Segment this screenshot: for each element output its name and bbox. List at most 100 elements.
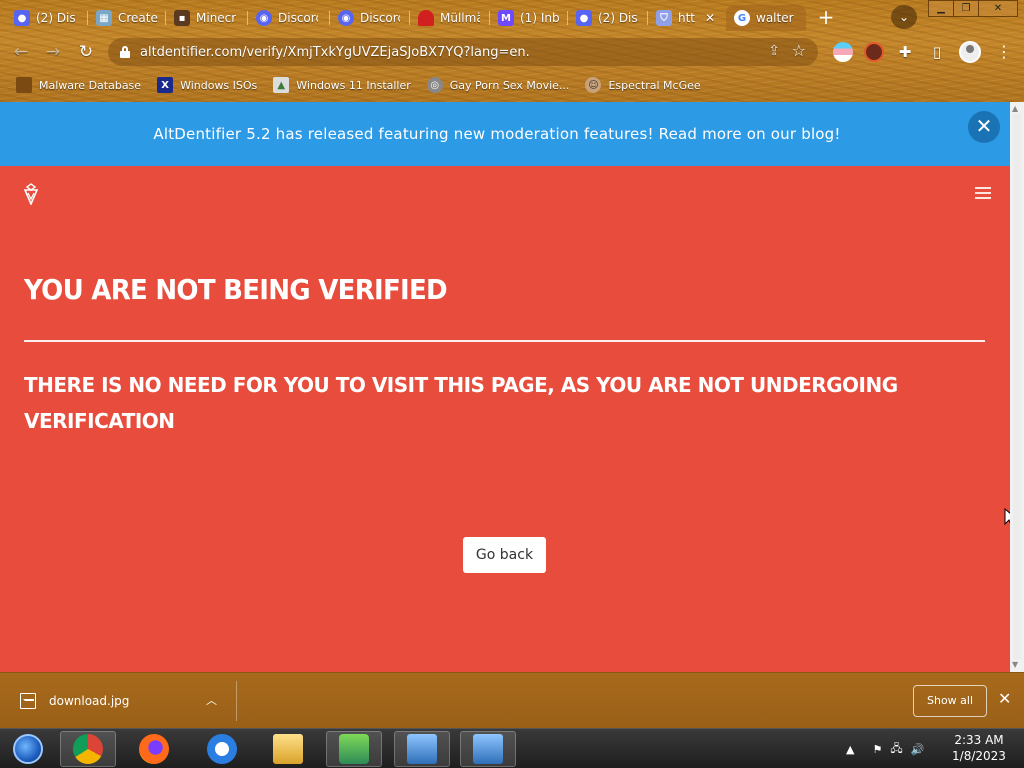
x-logo-icon: X [157,77,174,93]
download-shelf: download.jpg ︿ Show all ✕ [0,672,1024,728]
show-all-button[interactable]: Show all [913,685,987,717]
firefox-icon [139,734,169,764]
tab-search-button[interactable]: ⌄ [891,5,917,29]
bookmark-label: Windows ISOs [180,78,258,92]
reload-icon[interactable]: ↻ [75,41,97,63]
page-subtitle: THERE IS NO NEED FOR YOU TO VISIT THIS P… [24,373,898,433]
forward-icon[interactable]: → [42,41,64,63]
folder-icon [273,734,303,764]
close-shelf-icon[interactable]: ✕ [998,689,1011,708]
taskbar-opera[interactable] [194,731,250,767]
close-banner-button[interactable]: ✕ [968,111,1000,143]
tab[interactable]: ⛉ htt ✕ [648,5,724,31]
bookmark-item[interactable]: X Windows ISOs [157,77,257,93]
close-tab-icon[interactable]: ✕ [705,11,715,25]
profile-extension-icon[interactable] [864,42,884,62]
taskbar-clock[interactable]: 2:33 AM 1/8/2023 [944,732,1014,764]
image-icon: ▲ [273,77,290,93]
taskbar-remote-desktop[interactable] [394,731,450,767]
profile-avatar-icon[interactable] [959,41,981,63]
tab-label: Minecr [196,11,236,25]
bookmark-item[interactable]: Malware Database [16,77,141,93]
scroll-down-icon[interactable]: ▼ [1012,660,1018,669]
volume-icon[interactable]: 🔊 [911,743,925,756]
close-window-button[interactable]: ✕ [978,0,1018,17]
go-back-button[interactable]: Go back [463,537,546,573]
side-panel-icon[interactable]: ▯ [926,41,948,63]
taskbar-messenger[interactable] [326,731,382,767]
chrome-icon [73,734,103,764]
bookmark-item[interactable]: ☺ Espectral McGee [585,77,701,93]
minecraft-icon: ▪ [174,10,190,26]
taskbar: ▲ ⚑ 🖧 🔊 2:33 AM 1/8/2023 [0,728,1024,768]
page-title: YOU ARE NOT BEING VERIFIED [24,273,448,306]
bookmark-label: Gay Porn Sex Movie... [449,78,570,92]
wood-folder-icon [16,77,32,93]
tab[interactable]: ◉ Discord [330,5,410,31]
remote-desktop-icon [407,734,437,764]
tab[interactable]: G walter [726,5,806,31]
discord-red-icon: ● [14,10,30,26]
url-text: altdentifier.com/verify/XmjTxkYgUVZEjaSJ… [140,44,530,60]
back-icon[interactable]: ← [10,41,32,63]
divider [236,681,237,721]
tab[interactable]: ● (2) Disc [6,5,88,31]
chevron-up-icon[interactable]: ︿ [206,692,217,708]
tray-overflow-icon[interactable]: ▲ [846,743,854,756]
tab-label: Discord [278,11,318,25]
google-icon: G [734,10,750,26]
bookmark-label: Espectral McGee [608,78,701,92]
tab-label: htt [678,11,696,25]
taskbar-firefox[interactable] [126,731,182,767]
start-button[interactable] [0,731,56,767]
tab[interactable]: ● (2) Dis [568,5,648,31]
close-icon: ✕ [975,114,993,138]
bookmark-star-icon[interactable]: ☆ [792,41,806,60]
disc-icon: ◎ [426,77,443,93]
bookmark-label: Windows 11 Installer [296,78,411,92]
new-tab-button[interactable]: + [814,7,838,29]
address-bar[interactable]: altdentifier.com/verify/XmjTxkYgUVZEjaSJ… [108,38,818,66]
bookmark-item[interactable]: ◎ Gay Porn Sex Movie... [426,77,570,93]
tab[interactable]: ▦ Create [88,5,166,31]
tab-label: (1) Inb [520,11,560,25]
create-app-icon: ▦ [96,10,112,26]
action-center-flag-icon[interactable]: ⚑ [872,743,882,756]
bookmark-item[interactable]: ▲ Windows 11 Installer [273,77,411,93]
trans-flag-extension-icon[interactable] [833,42,853,62]
altdentifier-logo-icon[interactable] [22,183,40,205]
browser-toolbar: ← → ↻ altdentifier.com/verify/XmjTxkYgUV… [0,34,1024,70]
discord-icon: ◉ [338,10,354,26]
network-icon[interactable]: 🖧 [890,740,902,759]
tab-label: Discord [360,11,400,25]
scrollbar-thumb[interactable] [1013,114,1021,659]
tab[interactable]: Müllmä [410,5,490,31]
tab[interactable]: ◉ Discord [248,5,330,31]
taskbar-remote-desktop-2[interactable] [460,731,516,767]
taskbar-chrome[interactable] [60,731,116,767]
divider [24,340,985,342]
image-file-icon [20,693,36,709]
share-icon[interactable]: ⇪ [768,43,780,59]
hamburger-menu-icon[interactable] [975,187,991,199]
download-file-name[interactable]: download.jpg [49,694,129,708]
taskbar-explorer[interactable] [260,731,316,767]
tab[interactable]: M (1) Inb [490,5,568,31]
browser-menu-icon[interactable]: ⋮ [996,42,1012,61]
shield-icon: ⛉ [656,10,672,26]
maximize-button[interactable]: ❐ [953,0,979,17]
clock-date: 1/8/2023 [952,749,1006,763]
announcement-text[interactable]: AltDentifier 5.2 has released featuring … [153,125,840,143]
lock-icon[interactable] [120,46,130,58]
tab[interactable]: ▪ Minecr [166,5,248,31]
discord-red-icon: ● [576,10,592,26]
vertical-scrollbar[interactable]: ▲ ▼ [1010,102,1024,672]
tab-label: walter [756,11,794,25]
page-viewport: AltDentifier 5.2 has released featuring … [0,102,1010,672]
messenger-people-icon [339,734,369,764]
minimize-button[interactable]: ▁ [928,0,954,17]
tab-strip: ● (2) Disc ▦ Create ▪ Minecr ◉ Discord ◉… [0,0,1024,34]
scroll-up-icon[interactable]: ▲ [1012,104,1018,113]
extensions-puzzle-icon[interactable]: ✚ [894,41,916,63]
discord-icon: ◉ [256,10,272,26]
